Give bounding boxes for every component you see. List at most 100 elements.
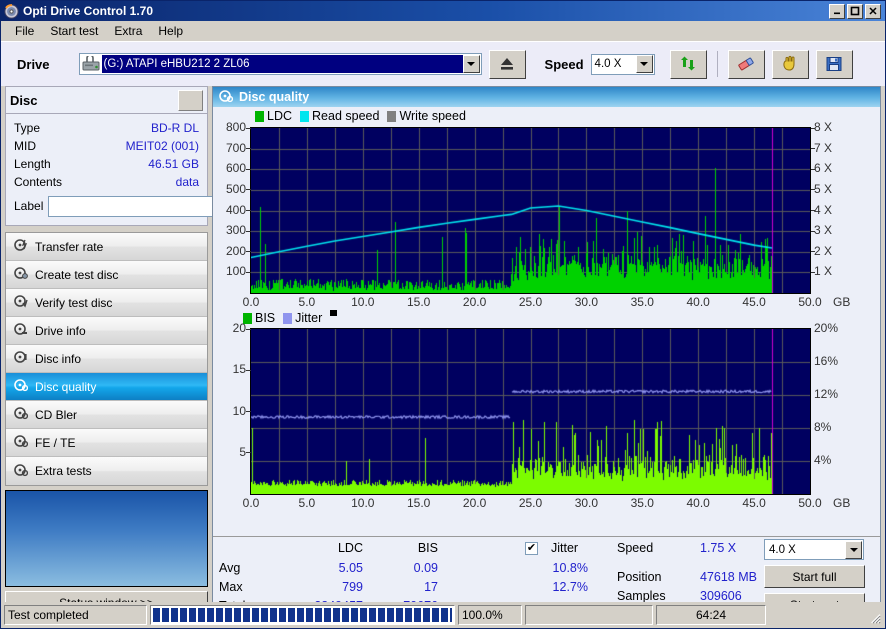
y2-tick-label: 3 X [814,223,833,238]
ldc-chart-plot[interactable] [250,127,811,294]
save-button[interactable] [815,49,853,79]
legend-entry-jitter: Jitter [283,311,322,325]
disc-info-row-length: Length 46.51 GB [14,155,199,173]
sidebar-item-create-test-disc[interactable]: Create test disc [6,261,207,289]
disc-fete-icon [14,434,29,451]
x-tick-label: 0.0 [242,295,260,309]
title-bar: Opti Drive Control 1.70 [1,1,885,21]
disc-label-row: Label [14,194,256,218]
y2-tick-mark [811,271,815,273]
close-button[interactable] [865,3,881,19]
eject-button[interactable] [488,49,526,79]
stats-position-label: Position [617,570,662,584]
menu-item-extra[interactable]: Extra [106,22,150,40]
legend-label: Read speed [312,109,380,123]
sidebar-item-drive-info[interactable]: Drive info [6,317,207,345]
application-window: Opti Drive Control 1.70 File Start test … [0,0,886,629]
stats-row-header-max: Max [219,580,243,594]
y2-tick-mark [811,127,815,129]
sidebar-item-disc-quality[interactable]: Disc quality [6,373,207,401]
disc-label-input[interactable] [48,195,232,217]
progress-percent: 100.0% [458,605,522,625]
y-tick-label: 700 [225,140,246,155]
disc-info-value: BD-R DL [150,121,199,135]
y2-tick-mark [811,251,815,253]
bis-chart-plot[interactable] [250,328,811,495]
sidebar-item-label: Disc info [35,351,82,366]
legend-swatch-read-speed [300,110,310,122]
y-tick-mark [246,271,251,273]
sidebar-item-verify-test-disc[interactable]: Verify test disc [6,289,207,317]
y2-tick-mark [811,230,815,232]
tools-button[interactable] [771,49,809,79]
drive-select[interactable]: (G:) ATAPI eHBU212 2 ZL06 [78,53,482,75]
left-panel: Disc Type BD-R DL MID MEIT02 (001) Lengt… [5,86,256,615]
y2-tick-label: 1 X [814,264,833,279]
legend-entry-ldc: LDC [255,109,292,123]
drive-icon [82,54,100,72]
x-tick-label: 45.0 [742,295,766,309]
disc-info-key: Length [14,157,51,171]
disc-icon [4,3,19,19]
y2-tick-label: 7 X [814,140,833,155]
minimize-button[interactable] [829,3,845,19]
disc-panel-refresh-button[interactable] [178,89,203,111]
drive-dropdown-arrow[interactable] [462,55,480,73]
test-speed-select[interactable]: 4.0 X [764,539,864,560]
speed-select[interactable]: 4.0 X [590,53,655,75]
bis-chart-canvas [251,329,810,494]
legend-swatch-jitter [283,312,293,324]
refresh-button[interactable] [669,49,707,79]
toolbar-separator [716,51,718,77]
x-tick-label: 35.0 [630,496,654,510]
sidebar-item-transfer-rate[interactable]: Transfer rate [6,233,207,261]
test-speed-dropdown-arrow[interactable] [845,540,862,559]
y2-tick-label: 2 X [814,243,833,258]
y2-tick-label: 16% [814,354,839,368]
sidebar-item-fe-te[interactable]: FE / TE [6,429,207,457]
eject-icon [501,58,514,70]
legend-swatch-write-speed [387,110,397,122]
start-full-button[interactable]: Start full [764,565,865,588]
sidebar-item-disc-info[interactable]: Disc info [6,345,207,373]
bis-chart-legend: BIS Jitter [243,310,338,326]
stats-samples-label: Samples [617,589,666,603]
x-tick-label: 25.0 [518,496,543,510]
sidebar-item-label: Create test disc [35,267,119,282]
status-preview-box [5,490,208,587]
status-filler [769,605,882,625]
y-tick-label: 10 [232,403,246,418]
x-tick-label: 15.0 [407,496,431,510]
disc-info-value: MEIT02 (001) [125,139,199,153]
disc-speed-icon [14,238,28,255]
resize-grip-icon[interactable] [867,610,881,624]
maximize-button[interactable] [847,3,863,19]
disc-drive-icon [14,322,28,339]
content-header: Disc quality [213,87,880,107]
x-axis-unit: GB [833,295,851,309]
content-title: Disc quality [239,90,310,104]
menu-item-help[interactable]: Help [150,22,191,40]
stats-position-value: 47618 MB [700,570,757,584]
legend-label: BIS [255,311,276,325]
jitter-checkbox[interactable]: ✔ [525,542,538,555]
menu-item-start-test[interactable]: Start test [42,22,106,40]
menu-item-file[interactable]: File [7,22,42,40]
sidebar-item-label: FE / TE [35,435,76,450]
window-title: Opti Drive Control 1.70 [23,4,154,18]
x-tick-label: 0.0 [242,496,260,510]
legend-marker-square [330,310,338,316]
menu-bar: File Start test Extra Help [1,21,885,41]
test-speed-value: 4.0 X [769,543,796,556]
disc-info-value: data [175,175,199,189]
sidebar-item-cd-bler[interactable]: CD Bler [6,401,207,429]
erase-button[interactable] [727,49,765,79]
stats-jitter-max: 12.7% [552,580,588,594]
y-tick-label: 400 [225,202,246,217]
speed-dropdown-arrow[interactable] [635,55,653,73]
x-tick-label: 10.0 [351,295,375,309]
disc-quality-icon [14,378,29,395]
x-tick-label: 45.0 [742,496,766,510]
sidebar-item-extra-tests[interactable]: Extra tests [6,457,207,485]
legend-entry-read-speed: Read speed [300,109,379,123]
